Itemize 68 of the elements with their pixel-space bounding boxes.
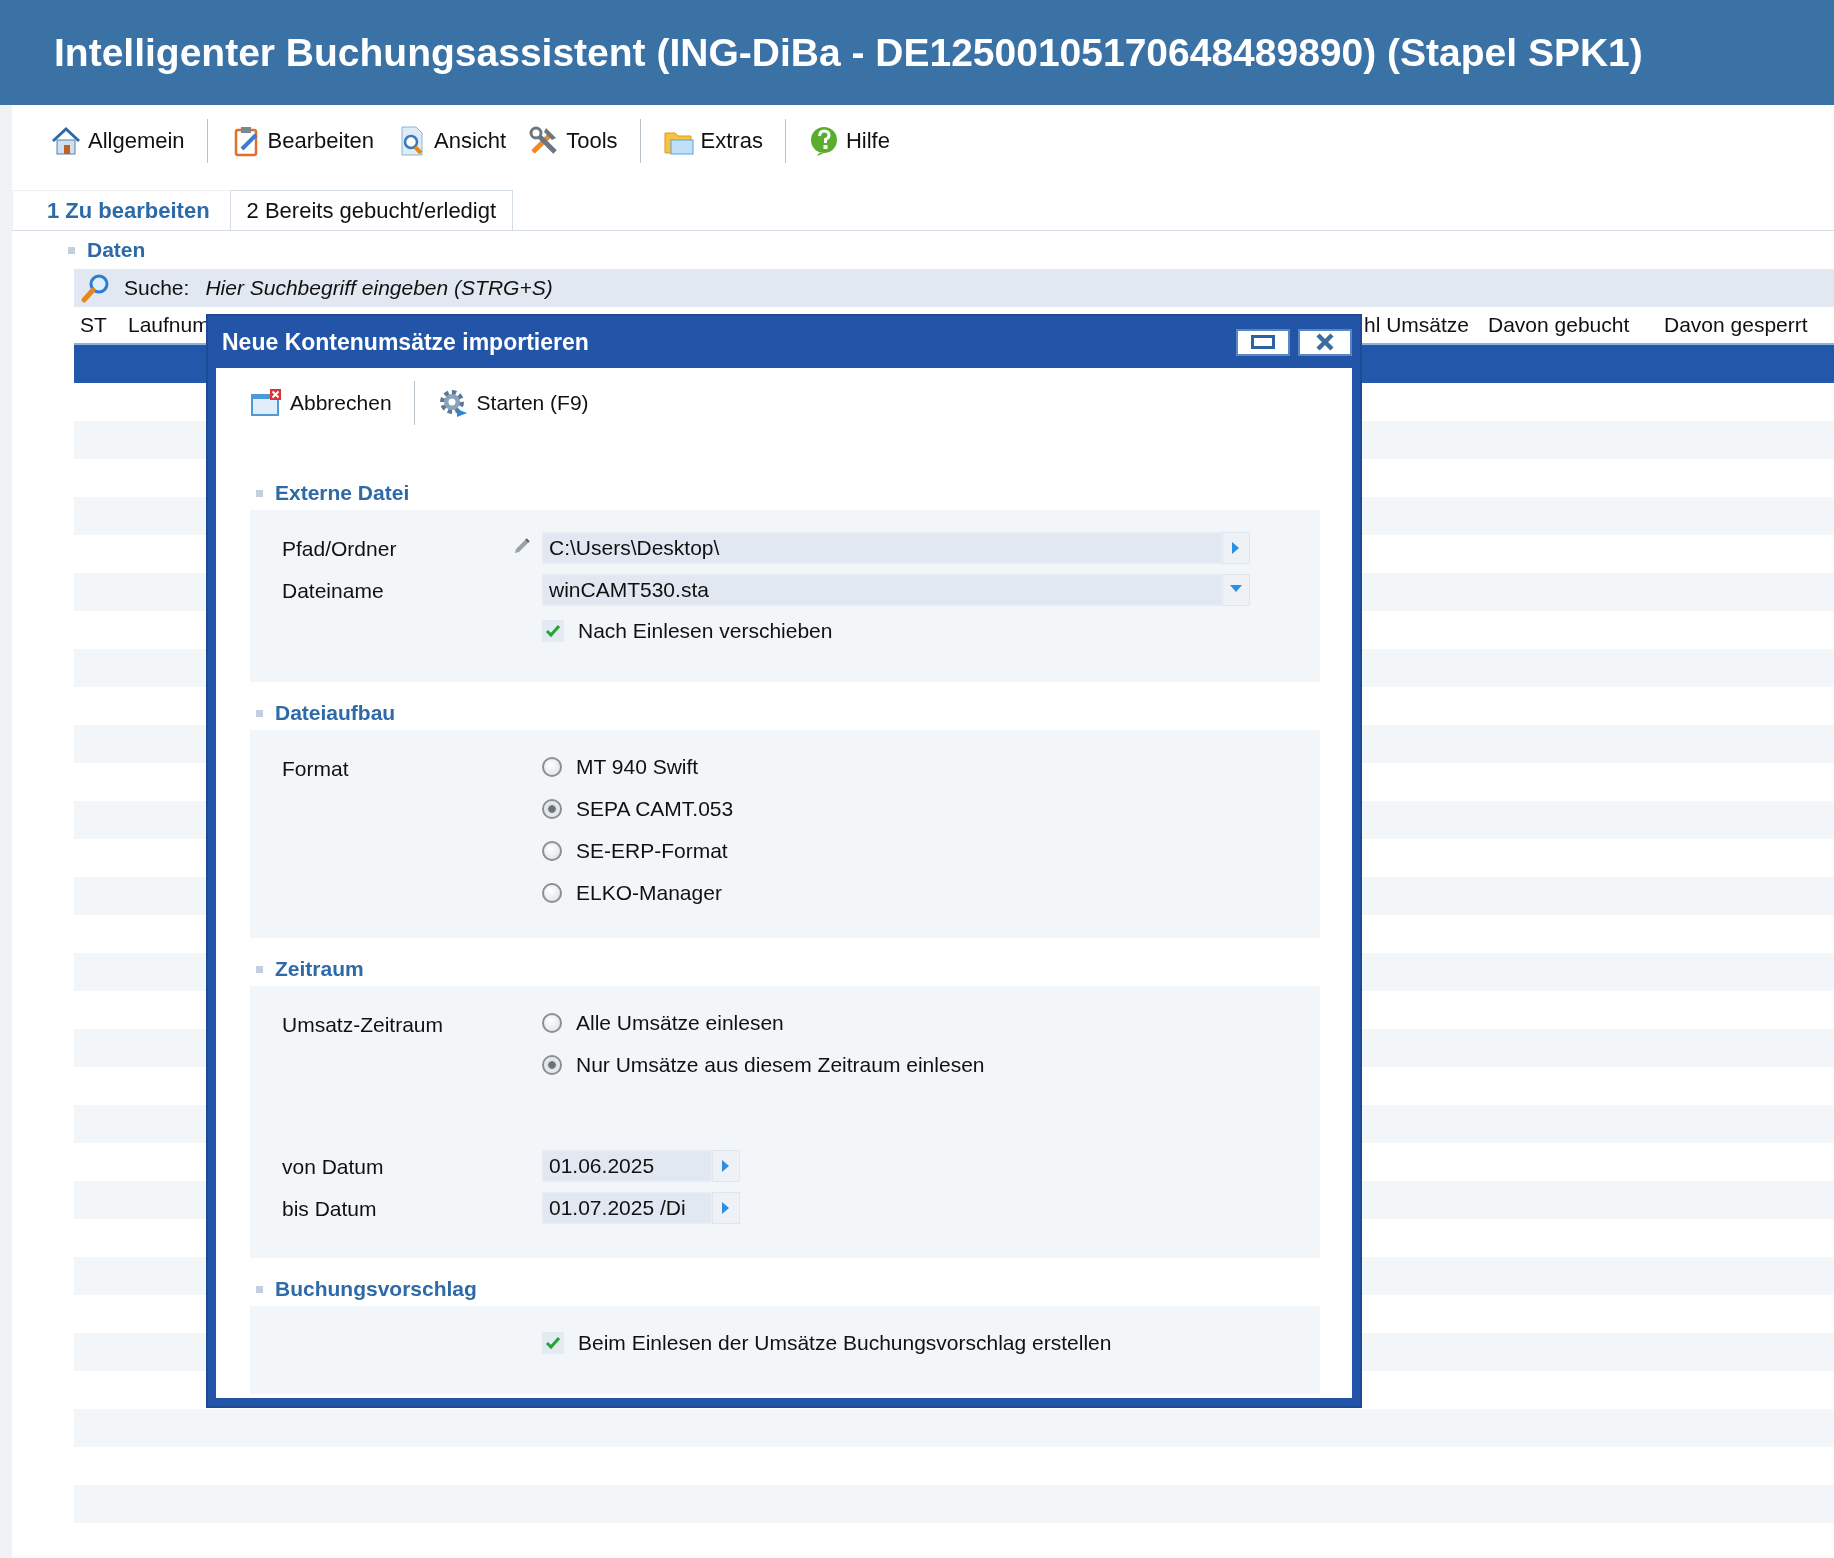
toolbar-button[interactable]: Abbrechen bbox=[244, 383, 398, 423]
checkbox-label: Beim Einlesen der Umsätze Buchungsvorschlag erstellen bbox=[578, 1331, 1112, 1355]
menu-item[interactable]: Allgemein bbox=[44, 121, 191, 161]
window-title: Intelligenter Buchungsassistent (ING-DiBa - DE12500105170648489890) (Stapel SPK1) bbox=[54, 30, 1643, 75]
check-icon bbox=[545, 1335, 561, 1351]
column-header: Davon gesperrt bbox=[1663, 313, 1809, 337]
radio-button[interactable] bbox=[542, 883, 562, 903]
field-label: Pfad/Ordner bbox=[282, 537, 397, 560]
close-button[interactable] bbox=[1298, 328, 1352, 356]
menu-item[interactable]: Extras bbox=[656, 121, 769, 161]
column-header: ST bbox=[79, 313, 108, 337]
radio-button[interactable] bbox=[542, 799, 562, 819]
menu-item[interactable]: Ansicht bbox=[390, 121, 513, 161]
search-field[interactable]: Suche: Hier Suchbegriff eingeben (STRG+S) bbox=[74, 269, 1834, 307]
radio-label: SE-ERP-Format bbox=[576, 839, 728, 863]
radio-button[interactable] bbox=[542, 1055, 562, 1075]
column-header: Laufnum bbox=[127, 313, 211, 337]
pencil-icon bbox=[512, 536, 532, 556]
field-label: Format bbox=[282, 757, 349, 780]
dialog-title: Neue Kontenumsätze importieren bbox=[222, 328, 590, 356]
toolbar-button[interactable]: Starten (F9) bbox=[430, 383, 595, 423]
maximize-button[interactable] bbox=[1236, 328, 1290, 356]
group-title: Zeitraum bbox=[275, 957, 364, 981]
column-header: Davon gebucht bbox=[1487, 313, 1631, 337]
group-title: Buchungsvorschlag bbox=[275, 1277, 477, 1301]
bullet-icon bbox=[256, 709, 263, 717]
bullet-icon bbox=[68, 246, 75, 254]
dropdown-button[interactable] bbox=[1222, 574, 1250, 606]
house-icon bbox=[50, 125, 82, 157]
bullet-icon bbox=[256, 965, 263, 973]
input-field[interactable]: 01.06.2025 bbox=[542, 1150, 712, 1182]
close-icon bbox=[1316, 333, 1334, 351]
section-title: Daten bbox=[87, 238, 146, 262]
checkbox[interactable] bbox=[542, 1332, 564, 1354]
window-close-icon bbox=[250, 387, 282, 419]
search-label: Suche: bbox=[124, 276, 190, 300]
menu-item[interactable]: Bearbeiten bbox=[223, 121, 381, 161]
input-field[interactable]: C:\Users\Desktop\ bbox=[542, 532, 1222, 564]
checkbox-label: Nach Einlesen verschieben bbox=[578, 619, 833, 643]
tab[interactable]: 1 Zu bearbeiten bbox=[12, 190, 231, 230]
radio-label: MT 940 Swift bbox=[576, 755, 699, 779]
arrow-button[interactable] bbox=[712, 1192, 740, 1224]
radio-button[interactable] bbox=[542, 1013, 562, 1033]
group-title: Dateiaufbau bbox=[275, 701, 396, 725]
menu-item[interactable]: Hilfe bbox=[801, 121, 896, 161]
check-icon bbox=[545, 623, 561, 639]
arrow-button[interactable] bbox=[1222, 532, 1250, 564]
column-header: hl Umsätze bbox=[1363, 313, 1471, 337]
field-label: Umsatz-Zeitraum bbox=[282, 1013, 444, 1036]
radio-label: Nur Umsätze aus diesem Zeitraum einlesen bbox=[576, 1053, 985, 1077]
group-title: Externe Datei bbox=[275, 481, 410, 505]
field-label: Dateiname bbox=[282, 579, 384, 602]
dropdown-field[interactable]: winCAMT530.sta bbox=[542, 574, 1222, 606]
bullet-icon bbox=[256, 1285, 263, 1293]
field-label: bis Datum bbox=[282, 1197, 377, 1220]
field-label: von Datum bbox=[282, 1155, 384, 1178]
radio-label: ELKO-Manager bbox=[576, 881, 722, 905]
tab[interactable]: 2 Bereits gebucht/erledigt bbox=[229, 190, 514, 230]
bullet-icon bbox=[256, 489, 263, 497]
input-field[interactable]: 01.07.2025 /Di bbox=[542, 1192, 712, 1224]
window-icon bbox=[1251, 335, 1275, 349]
menu-item[interactable]: Tools bbox=[522, 121, 624, 161]
arrow-button[interactable] bbox=[712, 1150, 740, 1182]
radio-button[interactable] bbox=[542, 757, 562, 777]
radio-label: Alle Umsätze einlesen bbox=[576, 1011, 784, 1035]
checkbox[interactable] bbox=[542, 620, 564, 642]
radio-button[interactable] bbox=[542, 841, 562, 861]
radio-label: SEPA CAMT.053 bbox=[576, 797, 734, 821]
